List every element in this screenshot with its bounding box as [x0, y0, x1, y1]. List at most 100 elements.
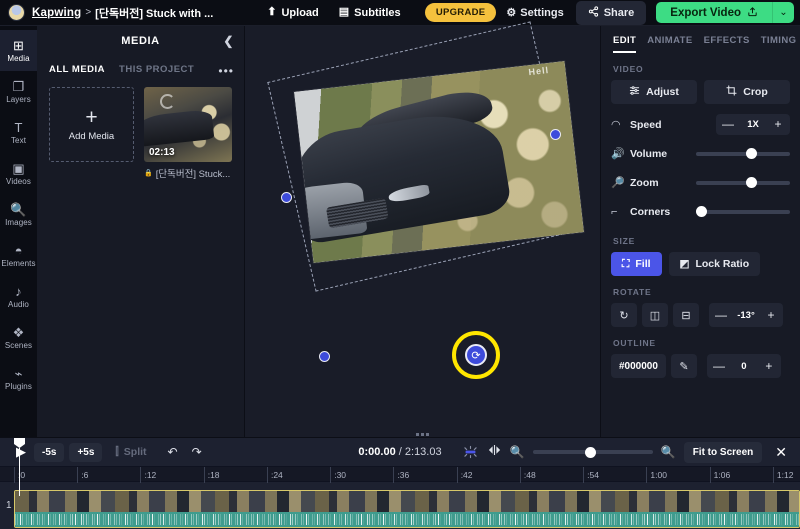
upload-button[interactable]: ⬆ Upload — [257, 3, 329, 23]
sidebar-item-plugins[interactable]: ⌁ Plugins — [0, 358, 37, 399]
tab-timing[interactable]: TIMING — [761, 35, 797, 53]
split-view-icon[interactable] — [487, 443, 502, 462]
corners-icon: ⌐ — [611, 206, 630, 218]
sidebar-item-media[interactable]: ⊞ Media — [0, 30, 37, 71]
export-video-button[interactable]: Export Video — [656, 2, 772, 23]
tab-animate[interactable]: ANIMATE — [647, 35, 692, 53]
canvas-area[interactable]: Hell ⟳ — [245, 26, 600, 431]
timeline-zoom-slider[interactable] — [533, 444, 653, 460]
split-button[interactable]: ⫿ Split — [107, 442, 154, 463]
ruler-tick: 1:00 — [646, 467, 667, 483]
zoom-icon: 🔎 — [611, 176, 630, 189]
export-icon — [747, 6, 758, 20]
playhead[interactable] — [14, 438, 25, 448]
sidebar-item-layers[interactable]: ❐ Layers — [0, 71, 37, 112]
undo-icon[interactable]: ↶ — [161, 445, 185, 459]
timeline-zoom-knob[interactable] — [585, 447, 596, 458]
speed-stepper: — 1X + — [716, 114, 790, 135]
flip-vertical-button[interactable]: ⊟ — [673, 303, 699, 327]
speed-decrease-button[interactable]: — — [716, 114, 740, 135]
crop-button[interactable]: Crop — [704, 80, 790, 104]
zoom-in-icon[interactable]: 🔍 — [661, 445, 676, 459]
ruler-tick: :36 — [393, 467, 409, 483]
resize-handle-bottom-left[interactable] — [319, 351, 330, 362]
corners-track — [696, 210, 790, 214]
zoom-track — [696, 181, 790, 185]
close-icon[interactable]: ✕ — [770, 444, 792, 461]
corners-slider[interactable] — [696, 201, 790, 222]
rotate-reset-button[interactable]: ↻ — [611, 303, 637, 327]
share-button[interactable]: Share — [576, 1, 647, 25]
timeline-right-controls: 🔍 🔍 Fit to Screen ✕ — [462, 442, 792, 463]
plugins-icon: ⌁ — [15, 367, 23, 380]
tab-effects[interactable]: EFFECTS — [704, 35, 750, 53]
zoom-knob[interactable] — [746, 177, 757, 188]
sidebar-label: Text — [11, 136, 26, 145]
volume-knob[interactable] — [746, 148, 757, 159]
corners-knob[interactable] — [696, 206, 707, 217]
settings-button[interactable]: ⚙ Settings — [506, 6, 563, 19]
rotate-increase-button[interactable]: + — [759, 305, 783, 326]
sidebar-item-elements[interactable]: ◓ Elements — [0, 235, 37, 276]
speed-increase-button[interactable]: + — [766, 114, 790, 135]
lock-ratio-label: Lock Ratio — [695, 258, 749, 270]
sidebar-label: Audio — [8, 300, 29, 309]
lock-ratio-button[interactable]: ◩ Lock Ratio — [669, 252, 761, 276]
tab-edit[interactable]: EDIT — [613, 35, 636, 53]
media-card[interactable]: 02:13 🔒 [단독버전] Stuck... — [144, 87, 232, 180]
fill-button[interactable]: ⛶ Fill — [611, 252, 662, 276]
resize-handle-top-left[interactable] — [281, 192, 292, 203]
sidebar-item-audio[interactable]: ♪ Audio — [0, 276, 37, 317]
export-group: Export Video ⌄ — [656, 2, 794, 23]
volume-slider[interactable] — [696, 143, 790, 164]
snap-icon[interactable] — [462, 445, 479, 459]
more-horizontal-icon[interactable]: ••• — [218, 64, 234, 78]
split-icon: ⫿ — [115, 446, 118, 459]
rotate-handle[interactable]: ⟳ — [465, 344, 487, 366]
eyedropper-button[interactable]: ✎ — [671, 354, 697, 378]
export-video-label: Export Video — [670, 7, 741, 19]
media-thumbnail[interactable]: 02:13 — [144, 87, 232, 162]
rewind-5s-button[interactable]: -5s — [34, 443, 64, 462]
zoom-slider[interactable] — [696, 172, 790, 193]
sidebar-label: Layers — [6, 95, 31, 104]
upload-label: Upload — [281, 7, 318, 19]
sidebar-item-text[interactable]: T Text — [0, 112, 37, 153]
resize-handle-top-right[interactable] — [550, 129, 561, 140]
fit-to-screen-button[interactable]: Fit to Screen — [684, 442, 763, 463]
video-layer[interactable]: Hell — [294, 61, 584, 263]
zoom-out-icon[interactable]: 🔍 — [510, 445, 525, 459]
export-options-button[interactable]: ⌄ — [772, 2, 794, 23]
add-media-button[interactable]: + Add Media — [49, 87, 134, 162]
section-outline-label: OUTLINE — [613, 338, 790, 348]
timeline-ruler[interactable]: :0:6:12:18:24:30:36:42:48:541:001:061:12 — [0, 466, 800, 482]
outline-increase-button[interactable]: + — [757, 356, 781, 377]
avatar[interactable] — [8, 4, 25, 21]
forward-5s-button[interactable]: +5s — [69, 443, 102, 462]
brand-link[interactable]: Kapwing — [32, 7, 81, 19]
adjust-button[interactable]: Adjust — [611, 80, 697, 104]
flip-horizontal-button[interactable]: ◫ — [642, 303, 668, 327]
tab-this-project[interactable]: THIS PROJECT — [119, 64, 194, 75]
project-title[interactable]: [단독버전] Stuck with ... — [95, 5, 213, 21]
timeline-clip[interactable] — [14, 490, 800, 528]
outline-decrease-button[interactable]: — — [707, 356, 731, 377]
outline-color-field[interactable]: #000000 — [611, 354, 666, 378]
sidebar-item-images[interactable]: 🔍 Images — [0, 194, 37, 235]
sidebar-item-videos[interactable]: ▣ Videos — [0, 153, 37, 194]
sidebar-label: Scenes — [5, 341, 32, 350]
images-icon: 🔍 — [10, 203, 26, 216]
tab-all-media[interactable]: ALL MEDIA — [49, 64, 105, 75]
top-bar: Kapwing > [단독버전] Stuck with ... ⬆ Upload… — [0, 0, 800, 26]
upgrade-button[interactable]: UPGRADE — [425, 3, 497, 22]
subtitles-label: Subtitles — [354, 7, 400, 19]
rotate-decrease-button[interactable]: — — [709, 305, 733, 326]
chevron-left-icon[interactable]: ❮ — [223, 34, 234, 48]
sidebar-item-scenes[interactable]: ❖ Scenes — [0, 317, 37, 358]
sidebar-label: Plugins — [5, 382, 32, 391]
text-icon: T — [15, 121, 23, 134]
media-name: [단독버전] Stuck... — [156, 166, 231, 180]
subtitles-button[interactable]: ▤ Subtitles — [329, 3, 411, 23]
outline-width-stepper: — 0 + — [707, 354, 781, 378]
redo-icon[interactable]: ↷ — [185, 445, 209, 459]
